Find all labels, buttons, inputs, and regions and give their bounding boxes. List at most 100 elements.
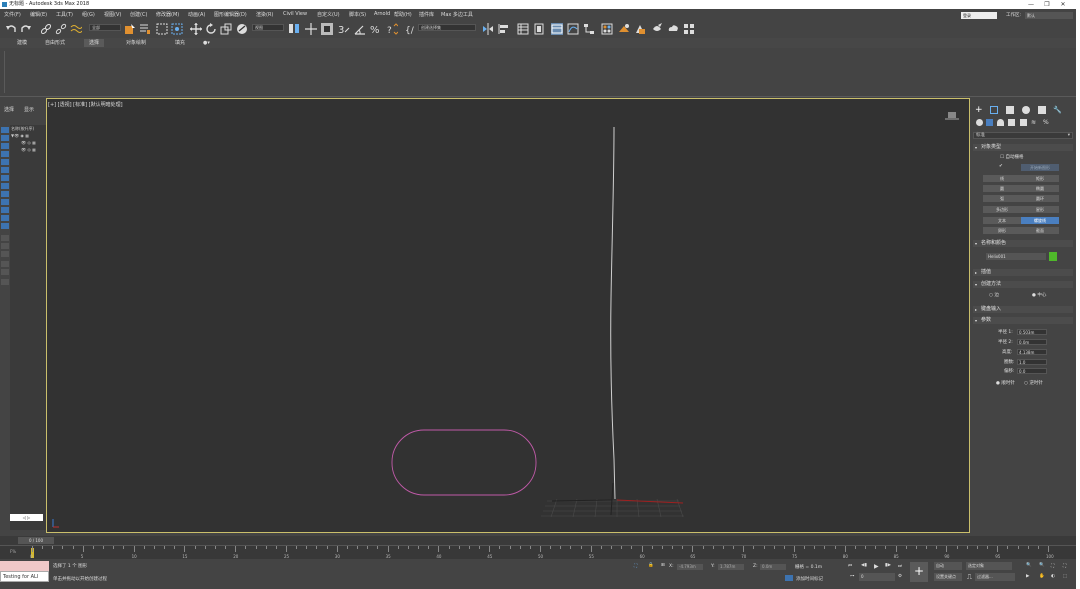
motion-tab-icon[interactable] [1022, 106, 1030, 114]
percent-snap-icon[interactable]: % [370, 23, 382, 36]
time-slider[interactable] [0, 536, 1080, 545]
object-color-swatch[interactable] [1049, 252, 1057, 261]
pivot-center-icon[interactable] [288, 23, 300, 35]
modify-tab-icon[interactable] [990, 106, 998, 114]
radius1-spinner[interactable]: 0.503m [1017, 329, 1047, 335]
auto-key-button[interactable]: 自动 [934, 562, 962, 570]
rectangular-selection-icon[interactable] [156, 23, 168, 35]
scene-explorer-scroll[interactable]: ◁ ▷ [10, 514, 43, 521]
lights-icon[interactable] [997, 119, 1004, 126]
menu-max-poly-tools[interactable]: Max 多边工具 [441, 11, 473, 18]
menu-edit[interactable]: 编辑(E) [30, 11, 47, 18]
redo-icon[interactable] [20, 23, 32, 35]
maxscript-listener-top[interactable] [0, 561, 49, 571]
mirror-icon[interactable] [482, 23, 494, 35]
place-icon[interactable] [236, 23, 248, 35]
bind-space-warp-icon[interactable] [70, 23, 83, 35]
select-all-icon[interactable] [1, 235, 9, 241]
y-coordinate-field[interactable]: 1.787m [718, 564, 744, 570]
cw-radio[interactable]: ● 顺时针 [996, 380, 1015, 386]
frame-counter[interactable]: 0 / 100 [18, 537, 54, 544]
rectangle-button[interactable]: 矩形 [1021, 175, 1059, 182]
tab-freeform[interactable]: 自由形式 [40, 39, 70, 47]
tab-populate[interactable]: 填充 [170, 39, 190, 47]
display-frozen-icon[interactable] [1, 207, 9, 213]
space-warps-icon[interactable]: ≋ [1031, 119, 1038, 126]
rollout-keyboard-entry[interactable]: ▸ 键盘输入 [973, 306, 1073, 313]
maximize-viewport-icon[interactable]: ⬚ [1063, 574, 1067, 579]
circle-button[interactable]: 圆 [983, 185, 1021, 192]
display-bones-icon[interactable] [1, 191, 9, 197]
hierarchy-tab-icon[interactable] [1006, 106, 1014, 114]
align-icon[interactable] [498, 23, 510, 35]
time-configuration-icon[interactable]: ⚙ [898, 574, 902, 579]
display-geometry-icon[interactable] [1, 127, 9, 133]
rollout-interpolation[interactable]: ▸ 插值 [973, 269, 1073, 276]
tree-row-object[interactable]: 👁 ◎ ▦ [21, 140, 36, 145]
tree-row-object[interactable]: 👁 ◎ ▦ [21, 147, 36, 152]
selection-filter-dropdown[interactable]: 全部 [89, 24, 121, 31]
curve-editor-icon[interactable] [567, 23, 579, 35]
display-shapes-icon[interactable] [1, 135, 9, 141]
helix-button[interactable]: 螺旋线 [1021, 217, 1059, 224]
text-button[interactable]: 文本 [983, 217, 1021, 224]
orbit-icon[interactable]: ◐ [1051, 574, 1055, 579]
geometry-icon[interactable] [976, 119, 983, 126]
perspective-viewport[interactable]: [+] [透视] [标准] [默认明暗处理] [46, 98, 970, 533]
ellipse-button[interactable]: 椭圆 [1021, 185, 1059, 192]
autogrid-checkbox[interactable]: ☐ 自动栅格 [1000, 154, 1023, 160]
field-of-view-icon[interactable]: ▶ [1026, 574, 1029, 579]
material-editor-icon[interactable] [601, 23, 613, 35]
track-bar-icon[interactable]: F% [10, 549, 16, 554]
invert-selection-icon[interactable] [1, 251, 9, 257]
menu-views[interactable]: 视图(V) [104, 11, 121, 18]
bias-spinner[interactable]: 0.0 [1017, 368, 1047, 374]
scale-icon[interactable] [220, 23, 232, 35]
pan-view-icon[interactable]: ✋ [1039, 574, 1045, 579]
z-coordinate-field[interactable]: 0.0m [760, 564, 786, 570]
selected-object-dropdown[interactable]: 选定对象 [966, 562, 1012, 570]
edit-named-selection-icon[interactable]: {/ [404, 23, 416, 36]
play-icon[interactable]: ▶ [874, 563, 879, 570]
move-icon[interactable] [190, 23, 202, 35]
turns-spinner[interactable]: 1.0 [1017, 359, 1047, 365]
display-containers-icon[interactable] [1, 199, 9, 205]
start-new-shape-button[interactable]: 开始新图形 [1021, 164, 1059, 171]
menu-civil-view[interactable]: Civil View [283, 11, 307, 17]
rotate-icon[interactable] [205, 23, 217, 35]
section-button[interactable]: 截面 [1021, 227, 1059, 234]
height-spinner[interactable]: 4.138m [1017, 349, 1047, 355]
selection-lock-icon[interactable]: 🔒 [648, 563, 654, 568]
go-to-end-icon[interactable]: ⏭ [898, 563, 902, 569]
scene-explorer-toggle-icon[interactable] [517, 23, 529, 35]
cameras-icon[interactable] [1008, 119, 1015, 126]
display-tab-icon[interactable] [1038, 106, 1046, 114]
shapes-icon[interactable] [986, 119, 993, 126]
go-to-start-icon[interactable]: ⏮ [848, 563, 852, 569]
schematic-view-icon[interactable] [583, 23, 595, 35]
menu-help[interactable]: 帮助(H) [394, 11, 412, 18]
track-bar[interactable]: F% 0 5 10 15 20 25 30 35 40 45 50 55 60 65 70 75 80 85 90 9… [0, 545, 1080, 559]
previous-frame-icon[interactable]: ◀▮ [861, 563, 867, 568]
absolute-mode-icon[interactable]: ⊞ [661, 563, 665, 568]
add-time-tag[interactable]: 添加时间标记 [796, 576, 823, 582]
creation-center-radio[interactable]: ● 中心 [1032, 292, 1046, 298]
a360-gallery-icon[interactable] [683, 23, 695, 35]
column-header-name[interactable]: 名称(按升序) [11, 126, 34, 132]
create-tab-icon[interactable]: + [975, 106, 983, 115]
tree-row-root[interactable]: ▼👁 ◉ ▦ [11, 133, 29, 138]
render-setup-icon[interactable] [618, 23, 630, 35]
link-icon[interactable] [40, 23, 52, 35]
menu-tools[interactable]: 工具(T) [56, 11, 73, 18]
star-button[interactable]: 星形 [1021, 206, 1059, 213]
rollout-creation-method[interactable]: ▾ 创建方法 [973, 281, 1073, 288]
category-dropdown[interactable]: 标准 ▾ [973, 132, 1073, 139]
unlink-icon[interactable] [55, 23, 67, 35]
spinner-snap-icon[interactable]: ? [386, 23, 399, 36]
login-dropdown[interactable]: 登录 [961, 12, 997, 19]
close-button[interactable]: ✕ [1056, 0, 1070, 9]
time-tag-icon[interactable] [785, 575, 793, 581]
ribbon-options-icon[interactable]: ●▾ [198, 39, 215, 47]
layer-icon[interactable] [1, 279, 9, 285]
render-production-icon[interactable] [651, 23, 663, 35]
